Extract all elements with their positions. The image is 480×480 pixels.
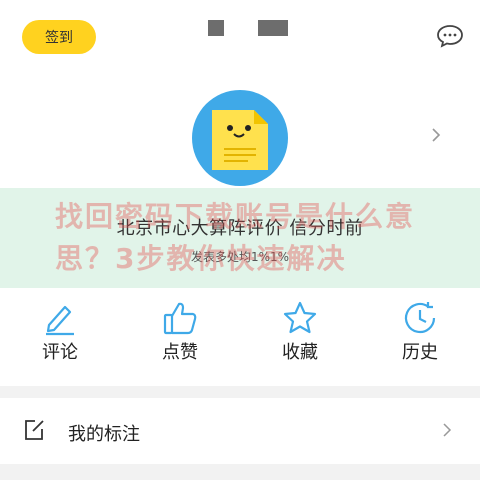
quick-favorite[interactable]: 收藏: [240, 294, 360, 376]
menu-row-annotations[interactable]: 我的标注: [0, 398, 480, 464]
signin-label: 签到: [45, 30, 73, 46]
quick-comment-label: 评论: [42, 342, 78, 363]
document-mascot-icon: [212, 110, 268, 170]
quick-like[interactable]: 点赞: [120, 294, 240, 376]
quick-comment[interactable]: 评论: [0, 294, 120, 376]
signin-button[interactable]: 签到: [22, 20, 96, 54]
edit-note-icon: [25, 420, 44, 440]
chat-bubble-icon[interactable]: [436, 24, 464, 48]
redacted-block: [258, 20, 288, 36]
star-icon: [283, 301, 317, 334]
quick-actions: 评论 点赞 收藏 历史: [0, 294, 480, 376]
clock-history-icon: [404, 302, 436, 334]
section-divider: [0, 386, 480, 398]
quick-like-label: 点赞: [162, 342, 198, 363]
avatar[interactable]: [192, 90, 288, 186]
pen-icon: [46, 305, 74, 336]
quick-favorite-label: 收藏: [282, 342, 318, 363]
watermark-text: 找回密码下载账号是什么意思？3步教你快速解决: [55, 200, 416, 275]
redacted-block: [208, 20, 224, 36]
quick-history[interactable]: 历史: [360, 294, 480, 376]
menu-row-annotations-label: 我的标注: [68, 424, 140, 445]
chevron-right-icon[interactable]: [428, 127, 444, 143]
top-bar: 签到: [0, 0, 480, 80]
quick-history-label: 历史: [402, 342, 438, 363]
bottom-divider: [0, 464, 480, 480]
chevron-right-icon: [443, 423, 452, 437]
thumbs-up-icon: [163, 302, 197, 335]
